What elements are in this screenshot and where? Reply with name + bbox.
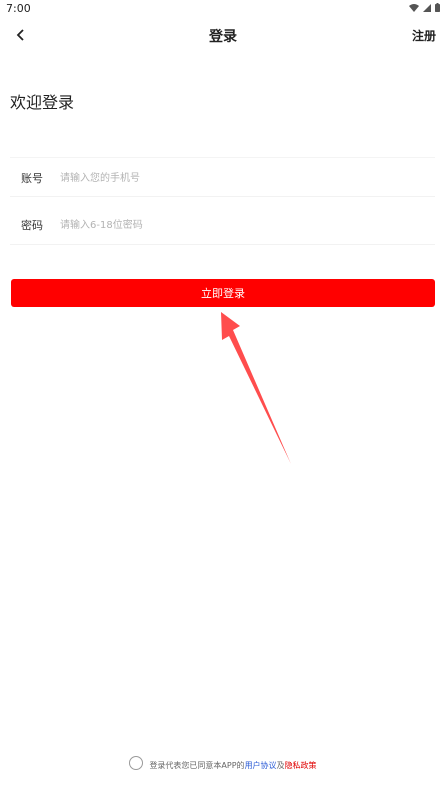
status-icons xyxy=(409,3,440,12)
page-title: 登录 xyxy=(209,29,237,45)
battery-icon xyxy=(435,3,440,12)
status-time: 7:00 xyxy=(6,2,31,15)
signal-icon xyxy=(423,3,431,12)
welcome-heading: 欢迎登录 xyxy=(10,93,75,112)
user-agreement-link[interactable]: 用户协议 xyxy=(245,761,277,770)
password-field-row: 密码 xyxy=(10,205,435,245)
agreement-row: 登录代表您已同意本APP的用户协议及隐私政策 xyxy=(0,753,446,772)
login-button[interactable]: 立即登录 xyxy=(11,279,435,307)
annotation-arrow xyxy=(221,312,291,464)
password-label: 密码 xyxy=(21,219,43,232)
privacy-policy-link[interactable]: 隐私政策 xyxy=(285,761,317,770)
agree-checkbox[interactable] xyxy=(129,755,144,770)
agreement-connector: 及 xyxy=(276,761,285,770)
register-link[interactable]: 注册 xyxy=(412,27,436,44)
wifi-icon xyxy=(409,3,419,12)
agreement-prefix: 登录代表您已同意本APP的 xyxy=(149,761,245,770)
status-bar: 7:00 xyxy=(0,0,446,18)
arrow-head xyxy=(221,312,291,464)
account-field-row: 账号 xyxy=(10,157,435,197)
password-input[interactable] xyxy=(60,213,420,237)
nav-bar: 登录 注册 xyxy=(0,18,446,52)
account-label: 账号 xyxy=(21,172,43,185)
account-input[interactable] xyxy=(60,166,420,190)
